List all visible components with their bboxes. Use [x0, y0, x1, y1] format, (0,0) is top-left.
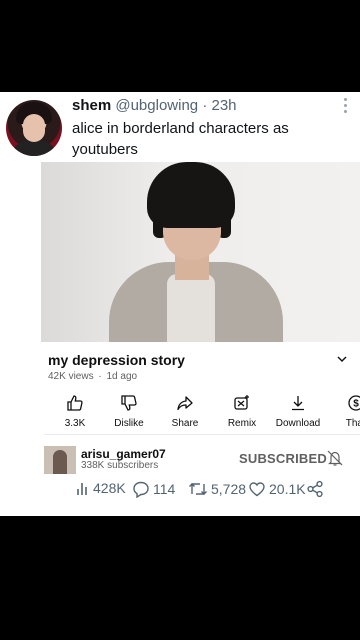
download-icon [292, 396, 304, 411]
more-options-icon[interactable] [344, 98, 348, 114]
share-nodes-icon [307, 480, 323, 498]
user-handle[interactable]: @ubglowing [115, 97, 198, 114]
reply-count: 114 [153, 481, 176, 497]
channel-avatar[interactable] [44, 446, 76, 474]
video-title: my depression story [48, 352, 185, 368]
subscribed-button[interactable]: SUBSCRIBED [239, 451, 327, 466]
heart-icon [249, 482, 265, 497]
retweet-stat[interactable]: 5,728 [188, 480, 246, 498]
user-avatar[interactable] [6, 100, 62, 156]
dislike-button[interactable]: Dislike [102, 394, 156, 429]
download-button[interactable]: Download [271, 394, 325, 429]
dislike-label: Dislike [114, 418, 144, 429]
views-count: 428K [93, 480, 126, 496]
views-stat[interactable]: 428K [76, 480, 126, 496]
tweet-text: alice in borderland characters as youtub… [72, 120, 289, 158]
video-meta: 42K views · 1d ago [48, 371, 139, 382]
chevron-down-icon[interactable] [336, 354, 348, 364]
separator: · [202, 97, 208, 114]
timestamp[interactable]: 23h [211, 97, 236, 114]
svg-text:$: $ [353, 399, 359, 410]
share-stat[interactable] [306, 480, 327, 498]
bell-off-icon[interactable] [326, 449, 344, 467]
video-frame[interactable] [41, 162, 360, 342]
like-stat[interactable]: 20.1K [248, 480, 306, 498]
thanks-icon: $ [348, 395, 360, 411]
like-count-tweet: 20.1K [269, 481, 306, 497]
retweet-count: 5,728 [211, 481, 247, 497]
posted-time: 1d ago [106, 371, 138, 382]
analytics-icon [77, 483, 87, 495]
meta-separator: · [98, 371, 102, 382]
reply-stat[interactable]: 114 [132, 480, 175, 498]
remix-label: Remix [227, 418, 257, 429]
remix-button[interactable]: Remix [215, 394, 269, 429]
share-label: Share [171, 418, 199, 429]
download-label: Download [275, 418, 321, 429]
thumbs-up-icon [67, 395, 83, 411]
channel-name[interactable]: arisu_gamer07 [81, 447, 166, 461]
action-bar: 3.3K Dislike Share Remix Download $ Th [48, 394, 360, 434]
subscriber-count: 338K subscribers [81, 460, 159, 471]
divider [44, 434, 360, 435]
like-count: 3.3K [64, 418, 86, 429]
thumbs-down-icon [121, 395, 137, 411]
thanks-label: Thar [345, 418, 360, 429]
retweet-icon [189, 483, 207, 495]
tweet-header: shem @ubglowing · 23h [72, 96, 237, 116]
tweet-card: shem @ubglowing · 23h alice in borderlan… [0, 92, 360, 516]
display-name[interactable]: shem [72, 97, 111, 114]
remix-icon [234, 395, 249, 410]
share-button[interactable]: Share [158, 394, 212, 429]
view-count: 42K views [48, 371, 94, 382]
thanks-button[interactable]: $ Thar [336, 394, 360, 429]
like-button[interactable]: 3.3K [48, 394, 102, 429]
reply-icon [133, 481, 149, 498]
share-icon [177, 396, 193, 411]
